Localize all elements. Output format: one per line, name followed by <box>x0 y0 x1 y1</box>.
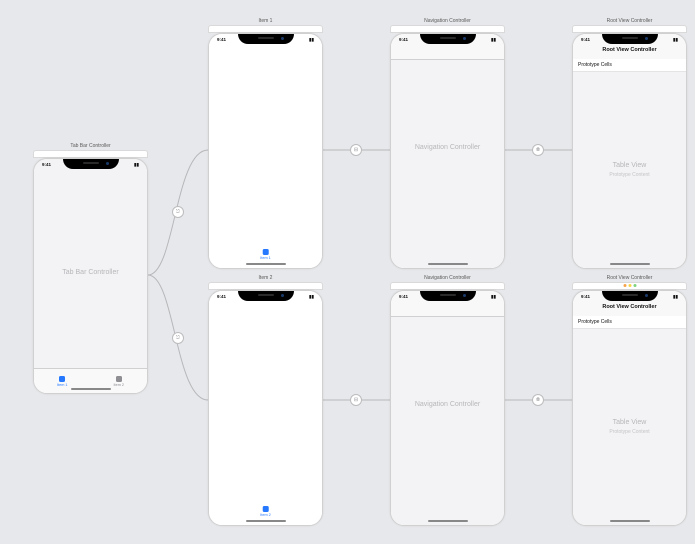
square-icon <box>116 376 122 382</box>
placeholder-sublabel: Prototype Content <box>573 172 686 178</box>
home-indicator-icon <box>428 520 468 523</box>
tab-item[interactable]: Item 1 <box>260 249 271 260</box>
scene-root-view-controller-2[interactable]: Root View Controller Root View Controlle… <box>572 275 687 526</box>
square-icon <box>263 249 269 255</box>
scene-object-icons <box>623 284 636 287</box>
notch-icon <box>420 291 476 301</box>
nav-title: Root View Controller <box>573 47 686 53</box>
segue-root-icon[interactable]: ⦾ <box>532 394 544 406</box>
home-indicator-icon <box>428 263 468 266</box>
scene-title: Tab Bar Controller <box>33 143 148 149</box>
device-frame: 9:41 ▮▮ Navigation Controller <box>390 290 505 526</box>
scene-title: Root View Controller <box>572 275 687 281</box>
segue-relationship-icon[interactable]: ⎋ <box>172 206 184 218</box>
device-frame: Root View Controller Prototype Cells 9:4… <box>572 33 687 269</box>
device-frame: 9:41 ▮▮ Item 2 <box>208 290 323 526</box>
nav-title: Root View Controller <box>573 304 686 310</box>
notch-icon <box>420 34 476 44</box>
home-indicator-icon <box>610 520 650 523</box>
notch-icon <box>63 159 119 169</box>
placeholder-label: Table View <box>573 162 686 169</box>
square-icon <box>59 376 65 382</box>
storyboard-canvas[interactable]: ⎋ ⎋ ⊟ ⊟ ⦾ ⦾ Tab Bar Controller 9:41 ▮▮ T… <box>0 0 695 544</box>
device-frame: 9:41 ▮▮ Item 1 <box>208 33 323 269</box>
scene-nav-controller-2[interactable]: Navigation Controller 9:41 ▮▮ Navigation… <box>390 275 505 526</box>
scene-item-1[interactable]: Item 1 9:41 ▮▮ Item 1 <box>208 18 323 269</box>
home-indicator-icon <box>610 263 650 266</box>
segue-relationship-icon[interactable]: ⎋ <box>172 332 184 344</box>
placeholder-label: Navigation Controller <box>391 401 504 408</box>
notch-icon <box>238 34 294 44</box>
placeholder-sublabel: Prototype Content <box>573 429 686 435</box>
home-indicator-icon <box>246 520 286 523</box>
notch-icon <box>602 291 658 301</box>
placeholder-label: Navigation Controller <box>391 144 504 151</box>
scene-title: Root View Controller <box>572 18 687 24</box>
scene-titlebar[interactable] <box>390 282 505 290</box>
placeholder-label: Table View <box>573 419 686 426</box>
tab-item[interactable]: Item 2 <box>260 506 271 517</box>
notch-icon <box>238 291 294 301</box>
placeholder-label: Tab Bar Controller <box>34 269 147 276</box>
home-indicator-icon <box>71 388 111 391</box>
scene-title: Navigation Controller <box>390 275 505 281</box>
scene-title: Item 2 <box>208 275 323 281</box>
scene-item-2[interactable]: Item 2 9:41 ▮▮ Item 2 <box>208 275 323 526</box>
scene-titlebar[interactable] <box>208 282 323 290</box>
square-icon <box>263 506 269 512</box>
prototype-cells-header: Prototype Cells <box>573 59 686 72</box>
scene-titlebar[interactable] <box>33 150 148 158</box>
scene-tabbar-controller[interactable]: Tab Bar Controller 9:41 ▮▮ Tab Bar Contr… <box>33 143 148 394</box>
device-frame: 9:41 ▮▮ Navigation Controller <box>390 33 505 269</box>
scene-titlebar[interactable] <box>572 25 687 33</box>
notch-icon <box>602 34 658 44</box>
scene-titlebar[interactable] <box>572 282 687 290</box>
scene-titlebar[interactable] <box>208 25 323 33</box>
segue-root-icon[interactable]: ⦾ <box>532 144 544 156</box>
scene-nav-controller-1[interactable]: Navigation Controller 9:41 ▮▮ Navigation… <box>390 18 505 269</box>
scene-title: Item 1 <box>208 18 323 24</box>
segue-relationship-icon[interactable]: ⊟ <box>350 394 362 406</box>
scene-root-view-controller-1[interactable]: Root View Controller Root View Controlle… <box>572 18 687 269</box>
device-frame: Root View Controller Prototype Cells 9:4… <box>572 290 687 526</box>
prototype-cells-header: Prototype Cells <box>573 316 686 329</box>
home-indicator-icon <box>246 263 286 266</box>
scene-titlebar[interactable] <box>390 25 505 33</box>
segue-relationship-icon[interactable]: ⊟ <box>350 144 362 156</box>
scene-title: Navigation Controller <box>390 18 505 24</box>
device-frame: 9:41 ▮▮ Tab Bar Controller Item 1 Item 2 <box>33 158 148 394</box>
